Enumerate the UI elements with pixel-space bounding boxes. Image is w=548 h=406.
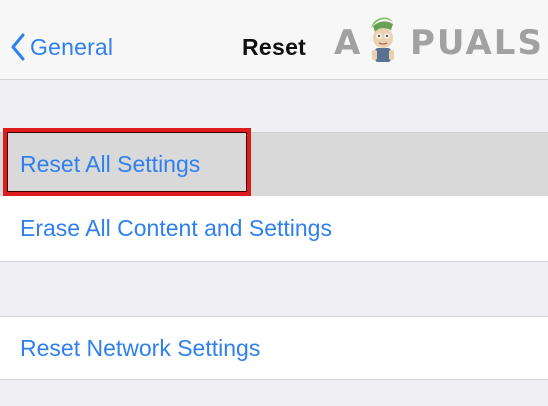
- svg-text:A: A: [334, 23, 361, 63]
- reset-network-settings-row[interactable]: Reset Network Settings: [0, 316, 548, 380]
- svg-text:PUALS: PUALS: [410, 23, 544, 63]
- page-title: Reset: [242, 34, 307, 60]
- navigation-bar: General Reset A PUALS: [0, 0, 548, 80]
- back-button-label: General: [30, 33, 114, 60]
- appuals-logo: A PUALS: [334, 10, 544, 70]
- chevron-left-icon: [10, 33, 26, 61]
- back-button[interactable]: General: [10, 30, 113, 64]
- erase-all-content-label: Erase All Content and Settings: [20, 215, 332, 241]
- reset-all-settings-label: Reset All Settings: [20, 151, 201, 177]
- appuals-mascot-logo: A PUALS: [334, 17, 544, 63]
- reset-network-settings-label: Reset Network Settings: [20, 334, 261, 361]
- reset-all-settings-row[interactable]: Reset All Settings: [0, 132, 548, 196]
- erase-all-content-row[interactable]: Erase All Content and Settings: [0, 196, 548, 262]
